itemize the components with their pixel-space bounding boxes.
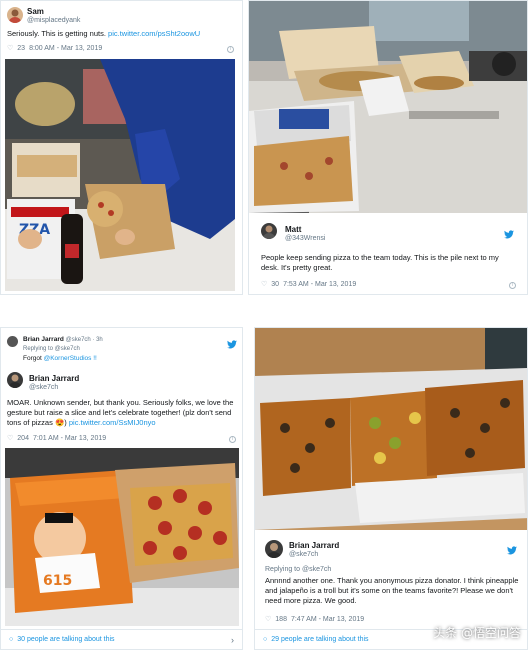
author-handle[interactable]: @misplacedyank bbox=[27, 17, 80, 24]
avatar[interactable] bbox=[261, 223, 277, 239]
tweet-photo[interactable] bbox=[255, 328, 527, 530]
reply-author-name[interactable]: Brian Jarrard bbox=[23, 336, 64, 343]
author-name[interactable]: Brian Jarrard bbox=[29, 374, 79, 383]
tweet-link[interactable]: pic.twitter.com/psSht2oowU bbox=[108, 29, 200, 38]
timestamp[interactable]: 7:47 AM - Mar 13, 2019 bbox=[291, 616, 364, 623]
heart-icon[interactable]: ♡ bbox=[7, 434, 13, 442]
tweet-text: Annnnd another one. Thank you anonymous … bbox=[265, 576, 519, 605]
twitter-bird-icon[interactable] bbox=[227, 336, 237, 349]
tweet-meta: ♡ 188 7:47 AM - Mar 13, 2019 bbox=[265, 615, 364, 624]
tweet-photo[interactable]: ZZA bbox=[5, 59, 235, 291]
replying-to[interactable]: Replying to @ske7ch bbox=[265, 566, 331, 573]
tweet-card-sam: Sam @misplacedyank Seriously. This is ge… bbox=[0, 0, 243, 295]
timestamp[interactable]: 7:53 AM - Mar 13, 2019 bbox=[283, 281, 356, 288]
chevron-right-icon[interactable]: › bbox=[231, 635, 234, 645]
info-icon[interactable]: i bbox=[229, 436, 236, 443]
talking-count[interactable]: 29 people are talking about this bbox=[271, 636, 368, 643]
avatar[interactable] bbox=[7, 372, 23, 388]
comment-icon: ○ bbox=[9, 636, 14, 643]
conversation-footer[interactable]: ○ 30 people are talking about this › bbox=[1, 629, 242, 649]
watermark: 头条 @悟空问答 bbox=[433, 624, 521, 641]
tweet-card-brian-1: Brian Jarrard @ske7ch · 3h Replying to @… bbox=[0, 327, 243, 650]
tweet-body: Seriously. This is getting nuts. bbox=[7, 29, 106, 38]
tweet-meta: ♡ 23 8:00 AM - Mar 13, 2019 bbox=[7, 44, 102, 53]
heart-icon[interactable]: ♡ bbox=[265, 615, 271, 623]
talking-count[interactable]: 30 people are talking about this bbox=[17, 636, 114, 643]
author-handle[interactable]: @ske7ch bbox=[29, 384, 58, 391]
watermark-text: 头条 @悟空问答 bbox=[433, 626, 521, 640]
tweet-meta: ♡ 30 7:53 AM - Mar 13, 2019 bbox=[261, 280, 356, 289]
heart-icon[interactable]: ♡ bbox=[261, 280, 267, 288]
svg-text:615: 615 bbox=[43, 573, 72, 589]
tweet-link[interactable]: pic.twitter.com/SsMIJ0nyo bbox=[69, 418, 156, 427]
author-name[interactable]: Matt bbox=[285, 225, 301, 234]
like-count: 30 bbox=[271, 280, 280, 288]
twitter-bird-icon[interactable] bbox=[504, 226, 514, 239]
reply-mention[interactable]: @KornerStudios !! bbox=[44, 355, 97, 362]
tweet-photo[interactable]: 615 bbox=[5, 448, 239, 626]
avatar-small[interactable] bbox=[7, 336, 18, 347]
timestamp[interactable]: 8:00 AM - Mar 13, 2019 bbox=[29, 45, 102, 52]
replying-to[interactable]: Replying to @ske7ch bbox=[23, 346, 80, 352]
like-count: 188 bbox=[275, 615, 287, 623]
tweet-meta: ♡ 204 7:01 AM - Mar 13, 2019 bbox=[7, 434, 106, 443]
info-icon[interactable]: i bbox=[509, 282, 516, 289]
tweet-photo[interactable] bbox=[249, 1, 527, 213]
comment-icon: ○ bbox=[263, 636, 268, 643]
avatar[interactable] bbox=[7, 7, 23, 23]
tweet-text: Seriously. This is getting nuts. pic.twi… bbox=[7, 29, 237, 39]
reply-text: Forgot @KornerStudios !! bbox=[23, 355, 97, 362]
tweet-text: People keep sending pizza to the team to… bbox=[261, 253, 499, 272]
timestamp[interactable]: 7:01 AM - Mar 13, 2019 bbox=[33, 435, 106, 442]
reply-author-handle[interactable]: @ske7ch · 3h bbox=[66, 337, 103, 343]
twitter-bird-icon[interactable] bbox=[507, 542, 517, 555]
tweet-card-matt: Matt @343Wrensi People keep sending pizz… bbox=[248, 0, 528, 295]
tweet-card-brian-2: Brian Jarrard @ske7ch Replying to @ske7c… bbox=[254, 327, 528, 650]
author-name[interactable]: Brian Jarrard bbox=[289, 541, 339, 550]
like-count: 23 bbox=[17, 44, 26, 52]
author-name[interactable]: Sam bbox=[27, 7, 44, 16]
author-handle[interactable]: @ske7ch bbox=[289, 551, 318, 558]
reply-header: Brian Jarrard @ske7ch · 3h bbox=[23, 336, 103, 343]
avatar[interactable] bbox=[265, 540, 283, 558]
author-handle[interactable]: @343Wrensi bbox=[285, 235, 325, 242]
heart-icon[interactable]: ♡ bbox=[7, 44, 13, 52]
reply-body: Forgot bbox=[23, 355, 42, 362]
info-icon[interactable]: i bbox=[227, 46, 234, 53]
tweet-text: MOAR. Unknown sender, but thank you. Ser… bbox=[7, 398, 239, 428]
like-count: 204 bbox=[17, 434, 29, 442]
